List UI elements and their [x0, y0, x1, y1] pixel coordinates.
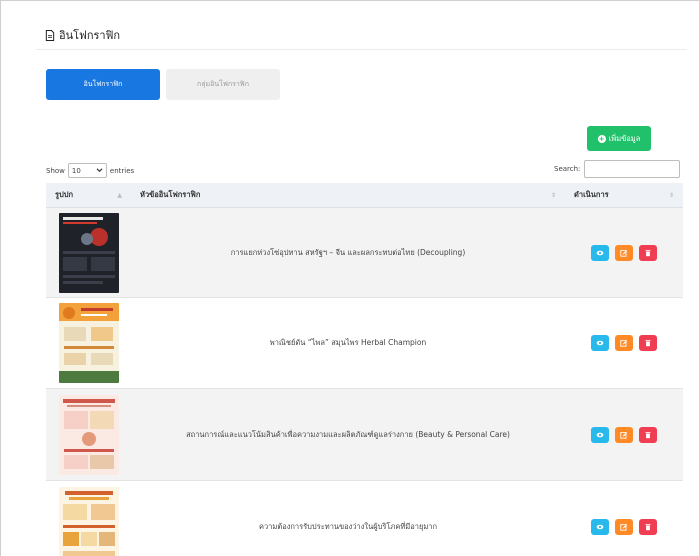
actions-cell	[565, 298, 683, 388]
length-entries-label: entries	[109, 166, 135, 175]
page-length-control: Show 10 entries	[46, 163, 134, 178]
title-cell: ความต้องการรับประทานของว่างในผู้บริโภคที…	[131, 481, 565, 556]
tab-infographic-group-label: กลุ่มอินโฟกราฟิก	[197, 80, 249, 88]
tab-infographic[interactable]: อินโฟกราฟิก	[46, 69, 160, 100]
column-header-title-label: หัวข้ออินโฟกราฟิก	[140, 190, 201, 199]
view-button[interactable]	[591, 335, 609, 351]
cover-thumbnail[interactable]	[58, 212, 119, 293]
table-row: พาณิชย์ดัน “ไพล” สมุนไพร Herbal Champion	[46, 298, 683, 389]
document-icon	[45, 29, 55, 41]
search-input[interactable]	[584, 160, 681, 178]
cover-cell	[46, 298, 131, 388]
cover-cell	[46, 208, 131, 297]
add-data-label: เพิ่มข้อมูล	[608, 133, 641, 143]
trash-icon	[645, 340, 651, 347]
table-header: รูปปก ▲ หัวข้ออินโฟกราฟิก ⇕ ดำเนินการ ⇕	[46, 183, 683, 208]
chevron-down-icon	[96, 168, 103, 173]
entries-select[interactable]: 10	[67, 163, 107, 178]
table-row: ความต้องการรับประทานของว่างในผู้บริโภคที…	[46, 481, 683, 556]
header-divider	[36, 49, 687, 50]
eye-icon	[596, 250, 604, 255]
delete-button[interactable]	[639, 244, 657, 261]
edit-icon	[620, 431, 628, 439]
cover-thumbnail[interactable]	[58, 486, 119, 556]
edit-icon	[620, 249, 628, 257]
title-cell: พาณิชย์ดัน “ไพล” สมุนไพร Herbal Champion	[131, 298, 565, 388]
length-show-label: Show	[46, 166, 65, 175]
add-data-button[interactable]: + เพิ่มข้อมูล	[587, 126, 651, 151]
trash-icon	[645, 523, 651, 530]
column-header-actions-label: ดำเนินการ	[574, 190, 609, 199]
edit-icon	[620, 523, 628, 531]
tab-bar: อินโฟกราฟิก กลุ่มอินโฟกราฟิก	[46, 69, 280, 100]
search-label: Search:	[554, 165, 581, 173]
sort-up-icon: ▲	[117, 191, 122, 199]
edit-icon	[620, 340, 628, 347]
sort-icon: ⇕	[550, 191, 556, 199]
tab-infographic-label: อินโฟกราฟิก	[83, 80, 123, 88]
title-cell: สถานการณ์และแนวโน้มสินค้าเพื่อความงามและ…	[131, 389, 565, 480]
actions-cell	[565, 208, 683, 297]
column-header-cover[interactable]: รูปปก ▲	[46, 183, 131, 207]
eye-icon	[596, 340, 604, 346]
title-cell: การแยกห่วงโซ่อุปทาน สหรัฐฯ – จีน และผลกร…	[131, 208, 565, 297]
trash-icon	[645, 431, 651, 438]
actions-cell	[565, 481, 683, 556]
delete-button[interactable]	[639, 518, 657, 535]
cover-cell	[46, 389, 131, 480]
column-header-actions[interactable]: ดำเนินการ ⇕	[565, 183, 683, 207]
tab-infographic-group[interactable]: กลุ่มอินโฟกราฟิก	[166, 69, 280, 100]
actions-cell	[565, 389, 683, 480]
view-button[interactable]	[591, 244, 609, 261]
sort-icon: ⇕	[668, 191, 674, 199]
view-button[interactable]	[591, 426, 609, 443]
edit-button[interactable]	[615, 335, 633, 351]
delete-button[interactable]	[639, 426, 657, 443]
page-title: อินโฟกราฟิก	[45, 26, 120, 44]
plus-circle-icon: +	[597, 134, 606, 143]
table-row: สถานการณ์และแนวโน้มสินค้าเพื่อความงามและ…	[46, 389, 683, 481]
trash-icon	[645, 249, 651, 256]
delete-button[interactable]	[639, 335, 657, 351]
cover-thumbnail[interactable]	[58, 394, 119, 475]
column-header-title[interactable]: หัวข้ออินโฟกราฟิก ⇕	[131, 183, 565, 207]
view-button[interactable]	[591, 518, 609, 535]
cover-thumbnail[interactable]	[58, 303, 119, 383]
page-title-text: อินโฟกราฟิก	[59, 29, 121, 42]
cover-cell	[46, 481, 131, 556]
entries-select-value: 10	[71, 166, 81, 175]
search-control: Search:	[554, 160, 681, 178]
eye-icon	[596, 432, 604, 437]
table-row: การแยกห่วงโซ่อุปทาน สหรัฐฯ – จีน และผลกร…	[46, 208, 683, 298]
eye-icon	[596, 524, 604, 529]
edit-button[interactable]	[615, 426, 633, 443]
column-header-cover-label: รูปปก	[55, 190, 74, 199]
infographic-table: รูปปก ▲ หัวข้ออินโฟกราฟิก ⇕ ดำเนินการ ⇕ การ…	[46, 183, 683, 556]
edit-button[interactable]	[615, 518, 633, 535]
edit-button[interactable]	[615, 244, 633, 261]
